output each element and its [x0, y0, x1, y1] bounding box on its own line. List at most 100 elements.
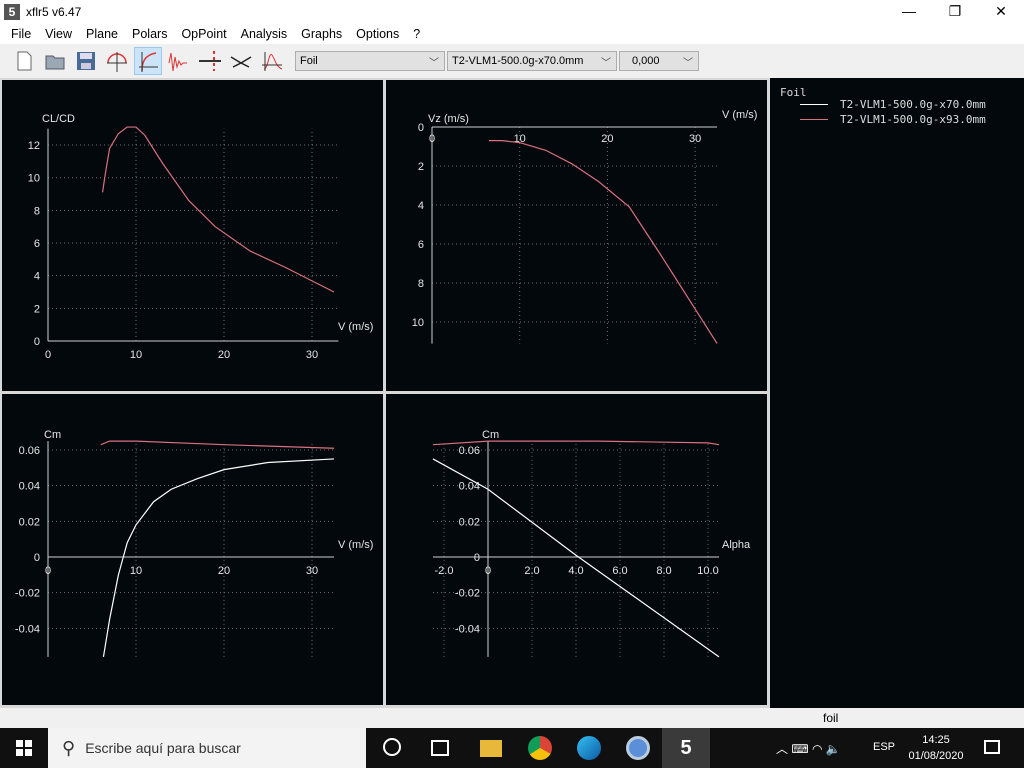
object-type-value: Foil: [300, 55, 318, 67]
series-line: [101, 126, 335, 293]
chevron-down-icon: ﹀: [601, 58, 611, 69]
search-placeholder: Escribe aquí para buscar: [85, 740, 241, 756]
y-tick-label: 0: [418, 122, 424, 134]
menu-plane[interactable]: Plane: [79, 27, 125, 41]
y-tick-label: 8: [418, 278, 424, 290]
windows-start-icon[interactable]: [16, 740, 32, 759]
legend-line-red: [800, 119, 828, 120]
app-logo-icon: 5: [4, 4, 20, 20]
legend-panel: Foil T2-VLM1-500.0g-x70.0mm T2-VLM1-500.…: [770, 78, 1024, 708]
series-line: [102, 458, 335, 657]
search-icon: ⚲: [62, 737, 76, 758]
y-tick-label: -0.04: [15, 623, 40, 635]
oppoint-icon[interactable]: [165, 47, 193, 75]
y-tick-label: 0.06: [19, 445, 40, 457]
y-tick-label: 0: [474, 552, 480, 564]
new-file-icon[interactable]: [10, 47, 38, 75]
taskbar-search[interactable]: ⚲ Escribe aquí para buscar: [48, 728, 366, 768]
x-tick-label: 8.0: [656, 565, 671, 577]
chevron-down-icon: ﹀: [683, 58, 693, 69]
x-tick-label: 20: [601, 133, 613, 145]
y-tick-label: -0.02: [15, 588, 40, 600]
y-tick-label: 0.02: [459, 516, 480, 528]
y-tick-label: 6: [418, 239, 424, 251]
menu-file[interactable]: File: [4, 27, 38, 41]
maximize-button[interactable]: ❐: [932, 0, 978, 24]
menu-graphs[interactable]: Graphs: [294, 27, 349, 41]
polar-view-icon[interactable]: [103, 47, 131, 75]
menu-view[interactable]: View: [38, 27, 79, 41]
x-tick-label: 0: [45, 349, 51, 361]
x-axis-label: V (m/s): [338, 539, 373, 551]
x-tick-label: 10: [130, 349, 142, 361]
menu-help[interactable]: ?: [406, 27, 427, 41]
x-tick-label: 4.0: [568, 565, 583, 577]
open-folder-icon[interactable]: [41, 47, 69, 75]
y-axis-label: Cm: [482, 429, 499, 441]
menu-options[interactable]: Options: [349, 27, 406, 41]
graph-cm-vs-alpha[interactable]: -2.002.04.06.08.010.0-0.04-0.0200.020.04…: [386, 394, 767, 705]
menu-analysis[interactable]: Analysis: [234, 27, 295, 41]
x-tick-label: 30: [306, 565, 318, 577]
menu-polars[interactable]: Polars: [125, 27, 174, 41]
xflr5-taskbar-icon[interactable]: 5: [662, 728, 710, 768]
graph-cm-vs-v[interactable]: 0102030-0.04-0.0200.020.040.06V (m/s)Cm: [2, 394, 383, 705]
file-explorer-icon[interactable]: [480, 740, 502, 757]
chromium-icon[interactable]: [626, 736, 650, 760]
graph-vz-vs-v[interactable]: 01020300246810V (m/s)Vz (m/s): [386, 80, 767, 391]
oppoint-value: 0,000: [632, 55, 660, 67]
y-tick-label: 4: [34, 271, 40, 283]
x-tick-label: 20: [218, 565, 230, 577]
clock[interactable]: 14:25 01/08/2020: [906, 732, 966, 764]
graph-area: 0 10 20 30 0 2 4 6 8 10 12 V (m/s) CL/CD 0 10 20 30 0 2 4 6…: [0, 78, 770, 708]
y-tick-label: 0.02: [19, 516, 40, 528]
taskbar: ⚲ Escribe aquí para buscar 5 ︿ ⌨ ◠ 🔈 ESP …: [0, 728, 1024, 768]
wing-section-icon[interactable]: [196, 47, 224, 75]
timeline-icon[interactable]: [431, 740, 449, 756]
polar-select[interactable]: T2-VLM1-500.0g-x70.0mm ﹀: [447, 51, 617, 71]
x-axis-label: Alpha: [722, 539, 751, 551]
window-title: xflr5 v6.47: [26, 5, 82, 19]
series-line: [489, 140, 718, 344]
y-tick-label: 0: [34, 552, 40, 564]
y-tick-label: 0.04: [19, 481, 40, 493]
x-axis-label: V (m/s): [338, 321, 373, 333]
legend-label: T2-VLM1-500.0g-x93.0mm: [840, 113, 986, 126]
legend-line-white: [800, 104, 828, 105]
oppoint-select[interactable]: 0,000 ﹀: [619, 51, 699, 71]
chevron-down-icon: ﹀: [429, 58, 439, 69]
plane-icon[interactable]: [227, 47, 255, 75]
chrome-icon[interactable]: [528, 736, 552, 760]
clock-date: 01/08/2020: [908, 750, 964, 762]
notifications-icon[interactable]: [984, 740, 1000, 754]
y-tick-label: 4: [418, 200, 424, 212]
graph-clcd-vs-v[interactable]: 0 10 20 30 0 2 4 6 8 10 12 V (m/s) CL/CD: [2, 80, 383, 391]
status-text: foil: [823, 711, 839, 725]
y-tick-label: 0.06: [459, 445, 480, 457]
minimize-button[interactable]: —: [886, 0, 932, 24]
status-bar: foil: [0, 708, 1024, 728]
object-type-select[interactable]: Foil ﹀: [295, 51, 445, 71]
y-tick-label: 2: [34, 303, 40, 315]
tray-icons[interactable]: ︿ ⌨ ◠ 🔈: [776, 740, 841, 757]
x-tick-label: 2.0: [524, 565, 539, 577]
x-tick-label: 20: [218, 349, 230, 361]
language-indicator[interactable]: ESP: [873, 741, 895, 753]
cp-graph-icon[interactable]: [258, 47, 286, 75]
save-icon[interactable]: [72, 47, 100, 75]
polar-curve-icon[interactable]: [134, 47, 162, 75]
y-axis-label: CL/CD: [42, 113, 75, 125]
y-tick-label: -0.02: [455, 588, 480, 600]
title-bar: 5 xflr5 v6.47 — ❐ ✕: [0, 0, 1024, 24]
y-axis-label: Cm: [44, 429, 61, 441]
task-view-icon[interactable]: [383, 738, 401, 756]
legend-entry: T2-VLM1-500.0g-x70.0mm: [800, 98, 986, 111]
close-button[interactable]: ✕: [978, 0, 1024, 24]
x-axis-label: V (m/s): [722, 109, 757, 121]
menu-oppoint[interactable]: OpPoint: [174, 27, 233, 41]
y-tick-label: 0: [34, 336, 40, 348]
y-tick-label: 10: [28, 173, 40, 185]
edge-icon[interactable]: [577, 736, 601, 760]
x-tick-label: -2.0: [435, 565, 454, 577]
y-tick-label: 6: [34, 238, 40, 250]
